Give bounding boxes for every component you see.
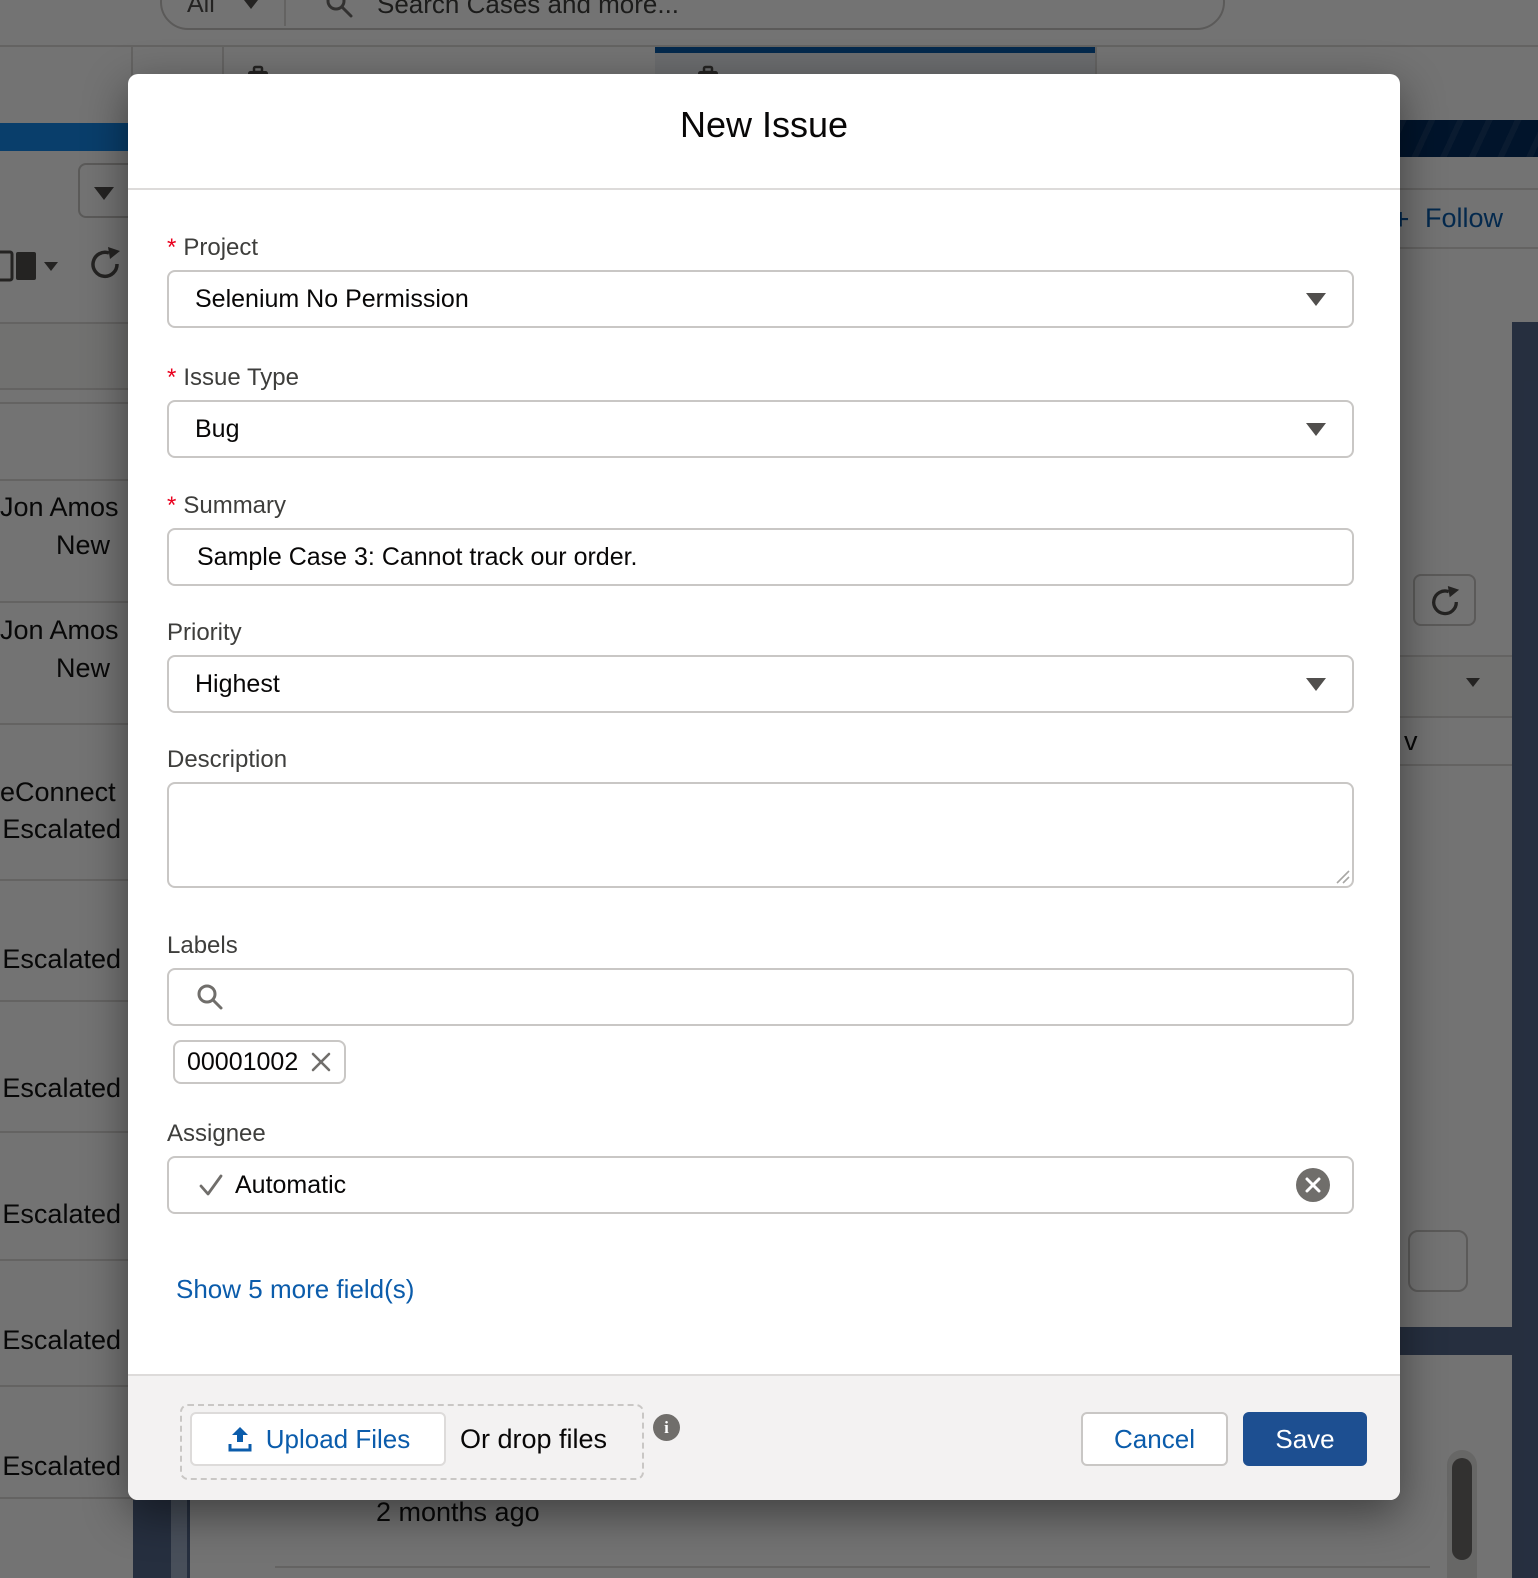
labels-label-row: Labels — [167, 932, 238, 960]
search-icon — [195, 982, 225, 1012]
labels-search-box — [167, 968, 1354, 1026]
upload-files-button[interactable]: Upload Files — [190, 1412, 446, 1466]
upload-files-label: Upload Files — [266, 1424, 411, 1455]
cancel-button[interactable]: Cancel — [1081, 1412, 1228, 1466]
resize-grip-icon[interactable] — [1336, 870, 1350, 884]
required-asterisk: * — [167, 492, 176, 519]
required-asterisk: * — [167, 364, 176, 391]
issue-type-combobox[interactable]: Bug — [167, 400, 1354, 458]
remove-pill-icon[interactable] — [310, 1051, 332, 1073]
description-label: Description — [167, 746, 287, 773]
show-more-fields-link[interactable]: Show 5 more field(s) — [176, 1274, 414, 1305]
cancel-label: Cancel — [1114, 1424, 1195, 1455]
project-label: Project — [183, 234, 258, 261]
info-icon[interactable]: i — [653, 1414, 680, 1441]
issue-type-label: Issue Type — [183, 364, 299, 391]
new-issue-modal: New Issue * Project Selenium No Permissio… — [128, 74, 1400, 1500]
check-icon — [197, 1171, 225, 1199]
project-label-row: * Project — [167, 234, 258, 262]
chevron-down-icon — [1306, 293, 1326, 306]
info-icon-glyph: i — [664, 1418, 669, 1438]
assignee-label: Assignee — [167, 1120, 266, 1147]
modal-header-divider — [128, 188, 1400, 190]
labels-search-input[interactable] — [237, 982, 1326, 1013]
labels-label: Labels — [167, 932, 238, 959]
drop-files-text: Or drop files — [460, 1424, 607, 1455]
label-pill: 00001002 — [173, 1040, 346, 1084]
modal-title: New Issue — [128, 104, 1400, 146]
summary-label: Summary — [183, 492, 286, 519]
clear-x-icon — [1305, 1177, 1321, 1193]
save-label: Save — [1275, 1424, 1334, 1455]
priority-combobox[interactable]: Highest — [167, 655, 1354, 713]
description-label-row: Description — [167, 746, 287, 774]
description-textarea[interactable] — [167, 782, 1354, 888]
assignee-label-row: Assignee — [167, 1120, 266, 1148]
label-pill-text: 00001002 — [187, 1048, 298, 1077]
required-asterisk: * — [167, 234, 176, 261]
priority-label-row: Priority — [167, 619, 242, 647]
assignee-combobox[interactable]: Automatic — [167, 1156, 1354, 1214]
clear-assignee-button[interactable] — [1296, 1168, 1330, 1202]
priority-label: Priority — [167, 619, 242, 646]
assignee-value: Automatic — [235, 1171, 346, 1200]
issue-type-label-row: * Issue Type — [167, 364, 299, 392]
project-combobox[interactable]: Selenium No Permission — [167, 270, 1354, 328]
chevron-down-icon — [1306, 423, 1326, 436]
priority-value: Highest — [195, 670, 280, 699]
chevron-down-icon — [1306, 678, 1326, 691]
summary-label-row: * Summary — [167, 492, 286, 520]
upload-icon — [226, 1425, 254, 1453]
summary-field-wrap — [167, 528, 1354, 586]
issue-type-value: Bug — [195, 415, 239, 444]
screen: All Search Cases and more... + Follow — [0, 0, 1538, 1578]
save-button[interactable]: Save — [1243, 1412, 1367, 1466]
project-value: Selenium No Permission — [195, 285, 469, 314]
summary-input[interactable] — [195, 542, 1326, 573]
